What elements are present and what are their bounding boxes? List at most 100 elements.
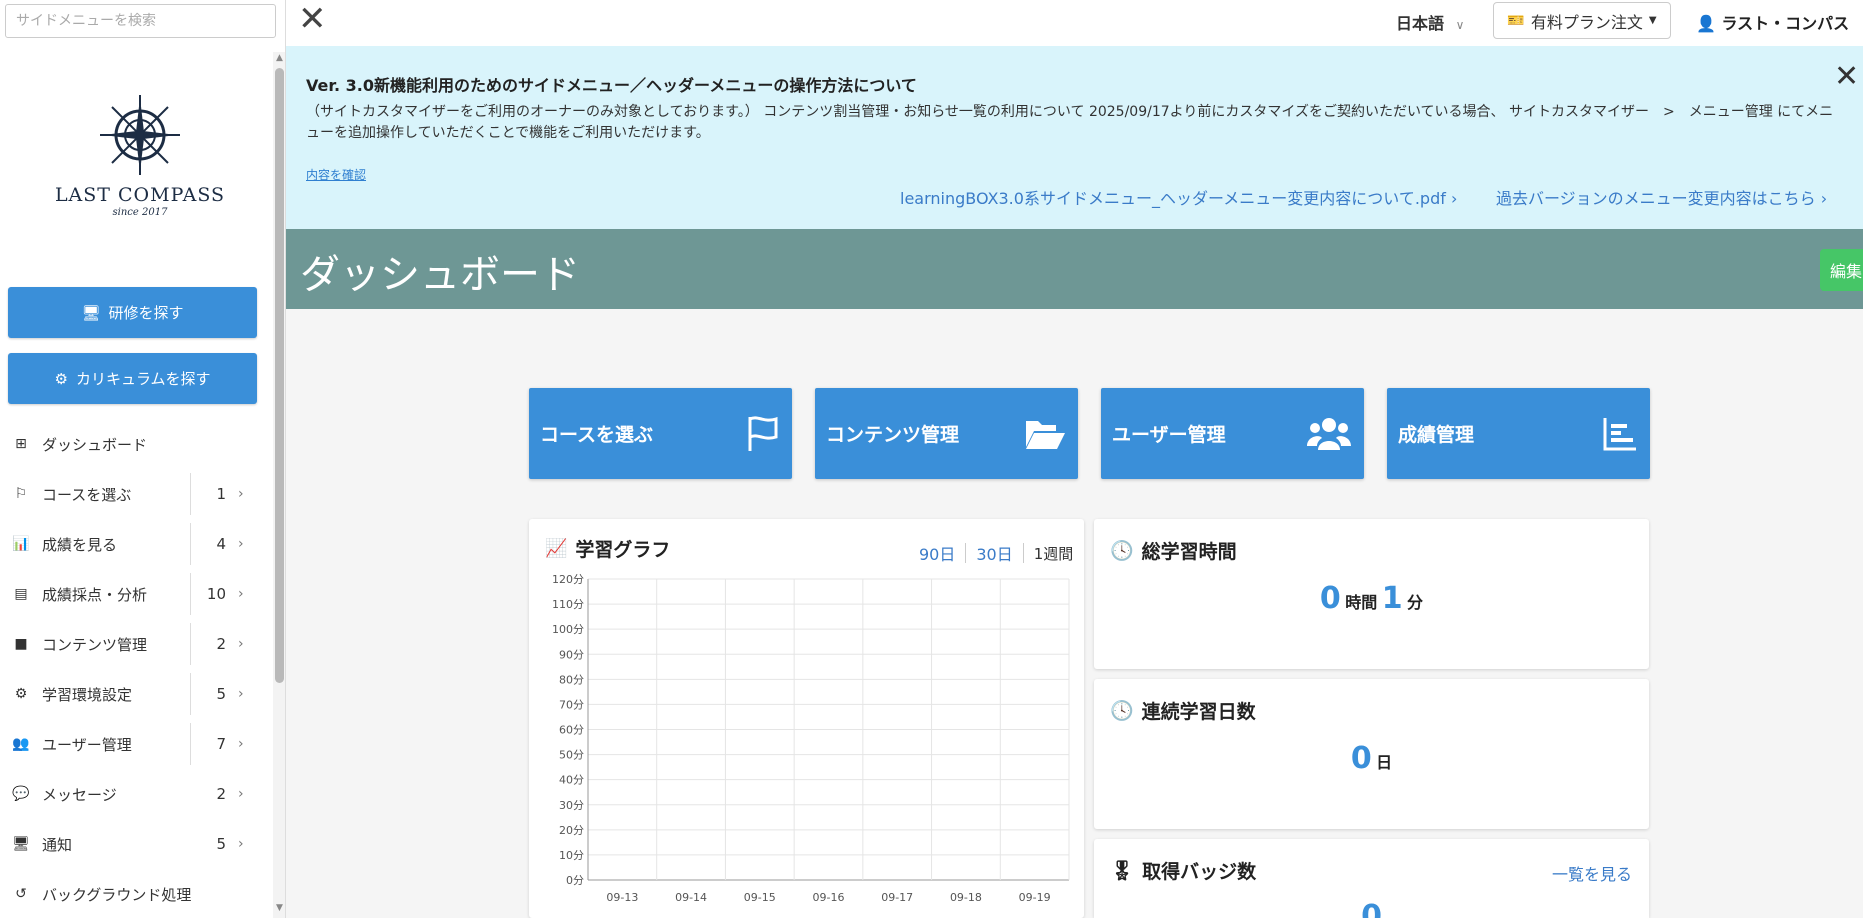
sidebar-item-label: ダッシュボード xyxy=(42,435,148,454)
chevron-right-icon[interactable]: › xyxy=(238,786,244,802)
monitor-icon: 🖥 xyxy=(12,836,30,852)
clock-icon: 🕓 xyxy=(1110,700,1134,722)
sidebar-item-environment[interactable]: ⚙ 学習環境設定 5 › xyxy=(0,669,270,719)
tile-users[interactable]: ユーザー管理 xyxy=(1101,388,1364,479)
minutes-unit: 分 xyxy=(1407,593,1424,612)
y-tick-label: 20分 xyxy=(559,824,584,837)
x-tick-label: 09-16 xyxy=(813,891,845,904)
total-study-time-card: 🕓 総学習時間 0 時間 1 分 xyxy=(1094,519,1649,669)
sidebar-item-count: 7 xyxy=(216,735,226,753)
y-tick-label: 120分 xyxy=(552,573,584,586)
sidebar-item-grades[interactable]: 📊 成績を見る 4 › xyxy=(0,519,270,569)
streak-days-unit: 日 xyxy=(1376,753,1393,772)
learning-graph-card: 📈 学習グラフ 90日 30日 1週間 0分 10分 20分 30分 40分 50分 60分… xyxy=(529,519,1084,918)
clock-icon: 🕓 xyxy=(1110,540,1134,562)
chevron-right-icon[interactable]: › xyxy=(238,736,244,752)
close-sidebar-icon[interactable]: ✕ xyxy=(298,2,327,36)
sidebar-item-background[interactable]: ↺ バックグラウンド処理 xyxy=(0,869,270,918)
find-curriculum-label: カリキュラムを探す xyxy=(75,370,211,388)
study-streak-title: 連続学習日数 xyxy=(1141,701,1256,723)
flag-icon: ⚐ xyxy=(14,486,28,502)
sidebar-item-label: 学習環境設定 xyxy=(42,685,133,704)
chat-icon: 💬 xyxy=(12,786,30,802)
notice-confirm-link[interactable]: 内容を確認 xyxy=(306,166,366,183)
badge-icon: 🎖 xyxy=(1110,860,1135,882)
edit-button[interactable]: 編集 xyxy=(1820,249,1863,291)
scroll-up-arrow-icon[interactable]: ▲ xyxy=(274,52,285,64)
notice-prev-version-link[interactable]: 過去バージョンのメニュー変更内容はこちら › xyxy=(1496,185,1827,209)
user-menu[interactable]: 👤 ラスト・コンパス xyxy=(1696,10,1849,34)
find-training-button[interactable]: 🖥 研修を探す xyxy=(8,287,257,338)
sidebar-item-dashboard[interactable]: ⊞ ダッシュボード xyxy=(0,419,270,469)
sidebar-item-label: 成績採点・分析 xyxy=(42,585,148,604)
sidebar-item-users[interactable]: 👥 ユーザー管理 7 › xyxy=(0,719,270,769)
language-selector[interactable]: 日本語 ∨ xyxy=(1396,10,1464,34)
y-tick-label: 60分 xyxy=(559,724,584,737)
x-tick-label: 09-14 xyxy=(675,891,707,904)
x-tick-label: 09-17 xyxy=(881,891,913,904)
hours-value: 0 xyxy=(1319,581,1341,616)
sidebar-item-count: 2 xyxy=(216,785,226,803)
chevron-right-icon: › xyxy=(1820,189,1828,208)
divider xyxy=(190,573,191,615)
tile-contents[interactable]: コンテンツ管理 xyxy=(815,388,1078,479)
chevron-right-icon[interactable]: › xyxy=(238,636,244,652)
hours-unit: 時間 xyxy=(1345,593,1378,612)
tile-label: コンテンツ管理 xyxy=(826,424,960,446)
notice-banner: Ver. 3.0新機能利用のためのサイドメニュー／ヘッダーメニューの操作方法につ… xyxy=(286,46,1863,229)
paid-plan-label: 有料プラン注文 xyxy=(1530,12,1643,32)
sidebar-item-count: 10 xyxy=(206,585,226,603)
y-tick-label: 100分 xyxy=(552,623,584,636)
close-notice-icon[interactable]: ✕ xyxy=(1834,62,1859,92)
scroll-down-arrow-icon[interactable]: ▼ xyxy=(274,902,285,914)
chevron-right-icon[interactable]: › xyxy=(238,586,244,602)
logo[interactable]: LAST COMPASS since 2017 xyxy=(30,92,250,232)
sidebar: ▲ ▼ LAST COMPASS since 2017 🖥 xyxy=(0,0,286,918)
sidebar-item-notifications[interactable]: 🖥 通知 5 › xyxy=(0,819,270,869)
logo-name: LAST COMPASS xyxy=(54,184,226,206)
notice-title: Ver. 3.0新機能利用のためのサイドメニュー／ヘッダーメニューの操作方法につ… xyxy=(306,76,917,95)
study-streak-card: 🕓 連続学習日数 0 日 xyxy=(1094,679,1649,829)
y-tick-label: 110分 xyxy=(552,598,584,611)
divider xyxy=(190,623,191,665)
user-name: ラスト・コンパス xyxy=(1721,14,1850,33)
grid-icon: ⊞ xyxy=(15,436,27,452)
minutes-value: 1 xyxy=(1381,581,1403,616)
compass-logo-icon xyxy=(100,95,180,175)
training-icon: 🖥 xyxy=(81,303,101,322)
sidebar-item-label: 通知 xyxy=(42,835,73,854)
sidebar-scroll-thumb[interactable] xyxy=(275,68,284,683)
tile-label: コースを選ぶ xyxy=(540,424,654,446)
flag-icon xyxy=(748,415,778,451)
y-tick-label: 30分 xyxy=(559,799,584,812)
y-tick-label: 0分 xyxy=(566,874,584,887)
find-curriculum-button[interactable]: ⚙ カリキュラムを探す xyxy=(8,353,257,404)
paid-plan-button[interactable]: 🎫 有料プラン注文 ▼ xyxy=(1493,2,1671,39)
x-tick-label: 09-15 xyxy=(744,891,776,904)
tile-grades[interactable]: 成績管理 xyxy=(1387,388,1650,479)
logo-since: since 2017 xyxy=(112,207,168,218)
tile-label: 成績管理 xyxy=(1398,424,1475,446)
sidebar-item-courses[interactable]: ⚐ コースを選ぶ 1 › xyxy=(0,469,270,519)
chevron-right-icon[interactable]: › xyxy=(238,836,244,852)
users-icon: 👥 xyxy=(12,736,30,752)
gears-icon: ⚙ xyxy=(14,686,28,702)
chevron-right-icon[interactable]: › xyxy=(238,536,244,552)
view-all-badges-link[interactable]: 一覧を見る xyxy=(1552,861,1632,885)
sidebar-item-grading[interactable]: ▤ 成績採点・分析 10 › xyxy=(0,569,270,619)
notice-prev-label: 過去バージョンのメニュー変更内容はこちら xyxy=(1496,189,1816,208)
notice-pdf-link[interactable]: learningBOX3.0系サイドメニュー_ヘッダーメニュー変更内容について.… xyxy=(900,185,1457,209)
sidebar-item-label: メッセージ xyxy=(42,785,117,804)
sidebar-item-messages[interactable]: 💬 メッセージ 2 › xyxy=(0,769,270,819)
sidebar-item-contents[interactable]: ■ コンテンツ管理 2 › xyxy=(0,619,270,669)
streak-days-value: 0 xyxy=(1350,741,1372,776)
chevron-right-icon[interactable]: › xyxy=(238,686,244,702)
sidebar-item-label: 成績を見る xyxy=(42,535,118,554)
file-chart-icon: ▤ xyxy=(14,586,28,602)
bar-chart-icon: 📊 xyxy=(12,536,30,552)
tile-courses[interactable]: コースを選ぶ xyxy=(529,388,792,479)
folder-icon: ■ xyxy=(14,636,28,652)
sidebar-search-input[interactable] xyxy=(5,4,276,38)
chevron-right-icon[interactable]: › xyxy=(238,486,244,502)
sidebar-item-count: 5 xyxy=(216,835,226,853)
